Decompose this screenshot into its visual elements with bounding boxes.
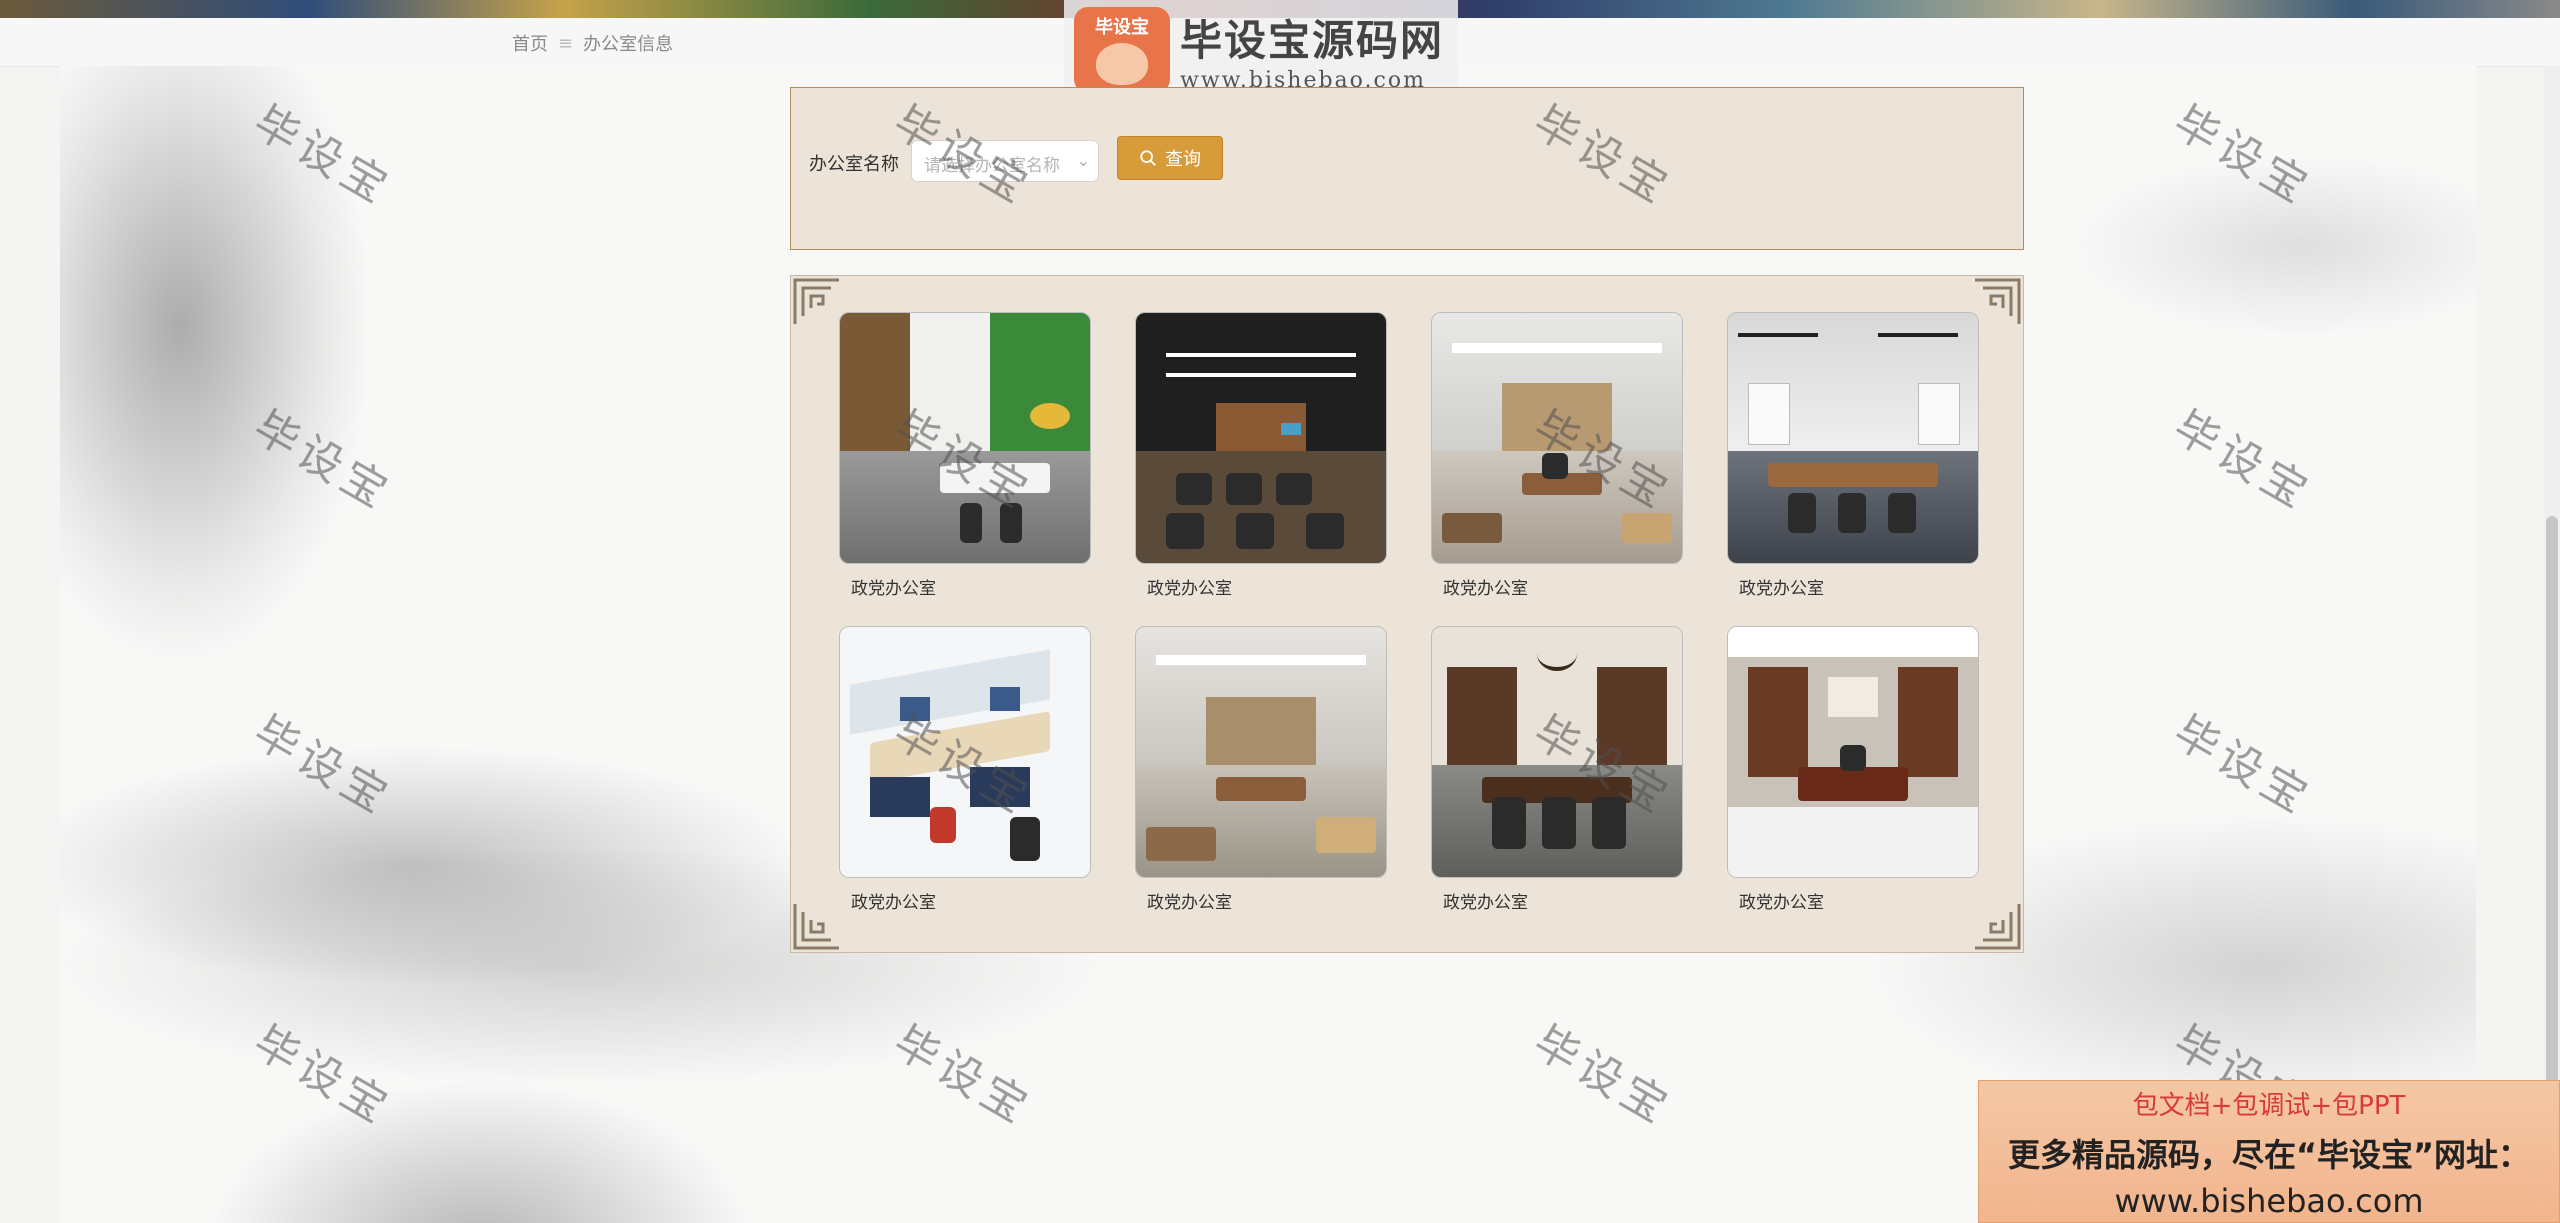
promo-url[interactable]: www.bishebao.com bbox=[1979, 1182, 2559, 1220]
logo-badge-text: 毕设宝 bbox=[1095, 17, 1149, 38]
office-image[interactable] bbox=[1135, 626, 1387, 878]
search-button-label: 查询 bbox=[1165, 149, 1201, 170]
office-card[interactable]: 政党办公室 bbox=[839, 312, 1091, 599]
office-image[interactable] bbox=[1431, 626, 1683, 878]
search-panel: 办公室名称 请选择办公室名称 ⌄ 查询 bbox=[790, 87, 2024, 250]
office-image[interactable] bbox=[839, 312, 1091, 564]
corner-ornament-icon bbox=[791, 900, 843, 952]
office-name-label: 办公室名称 bbox=[809, 154, 899, 175]
search-icon bbox=[1140, 150, 1156, 166]
office-name: 政党办公室 bbox=[1739, 579, 1824, 599]
office-name: 政党办公室 bbox=[1147, 579, 1232, 599]
office-image[interactable] bbox=[1431, 312, 1683, 564]
site-logo-watermark: 毕设宝 毕设宝源码网 www.bishebao.com bbox=[1064, 0, 1458, 100]
office-image[interactable] bbox=[839, 626, 1091, 878]
office-image[interactable] bbox=[1727, 626, 1979, 878]
office-name: 政党办公室 bbox=[851, 579, 936, 599]
logo-badge-icon: 毕设宝 bbox=[1074, 7, 1170, 93]
breadcrumb-current: 办公室信息 bbox=[583, 34, 674, 55]
promo-line-2: 更多精品源码，尽在“毕设宝”网址： bbox=[2007, 1136, 2531, 1174]
corner-ornament-icon bbox=[791, 276, 843, 328]
promo-line-1: 包文档+包调试+包PPT bbox=[2132, 1091, 2406, 1121]
breadcrumb-separator-icon: ≡ bbox=[558, 32, 574, 54]
office-card[interactable]: 政党办公室 bbox=[1431, 312, 1683, 599]
page-scrollbar[interactable] bbox=[2544, 66, 2560, 1223]
office-card[interactable]: 政党办公室 bbox=[1431, 626, 1683, 913]
office-name-select[interactable]: 请选择办公室名称 ⌄ bbox=[911, 140, 1099, 182]
office-name: 政党办公室 bbox=[1739, 893, 1824, 913]
office-card[interactable]: 政党办公室 bbox=[839, 626, 1091, 913]
breadcrumb: 首页 ≡ 办公室信息 bbox=[512, 30, 673, 56]
office-card[interactable]: 政党办公室 bbox=[1135, 312, 1387, 599]
logo-title: 毕设宝源码网 bbox=[1180, 16, 1445, 65]
office-card[interactable]: 政党办公室 bbox=[1727, 626, 1979, 913]
corner-ornament-icon bbox=[1971, 900, 2023, 952]
search-button[interactable]: 查询 bbox=[1117, 136, 1223, 180]
office-name: 政党办公室 bbox=[1443, 579, 1528, 599]
office-grid-panel: 政党办公室 政党办公室 政党办公室 政党办公室 政党办公室 政党办公室 政党办公… bbox=[790, 275, 2024, 953]
office-image[interactable] bbox=[1135, 312, 1387, 564]
office-card[interactable]: 政党办公室 bbox=[1727, 312, 1979, 599]
breadcrumb-home-link[interactable]: 首页 bbox=[512, 30, 548, 56]
scrollbar-thumb[interactable] bbox=[2546, 516, 2558, 1156]
promo-banner[interactable]: 包文档+包调试+包PPT 更多精品源码，尽在“毕设宝”网址： www.bishe… bbox=[1978, 1080, 2560, 1223]
office-card[interactable]: 政党办公室 bbox=[1135, 626, 1387, 913]
office-image[interactable] bbox=[1727, 312, 1979, 564]
chevron-down-icon: ⌄ bbox=[1076, 151, 1090, 170]
office-name: 政党办公室 bbox=[1443, 893, 1528, 913]
office-name: 政党办公室 bbox=[851, 893, 936, 913]
office-name-placeholder: 请选择办公室名称 bbox=[924, 156, 1060, 176]
office-name: 政党办公室 bbox=[1147, 893, 1232, 913]
